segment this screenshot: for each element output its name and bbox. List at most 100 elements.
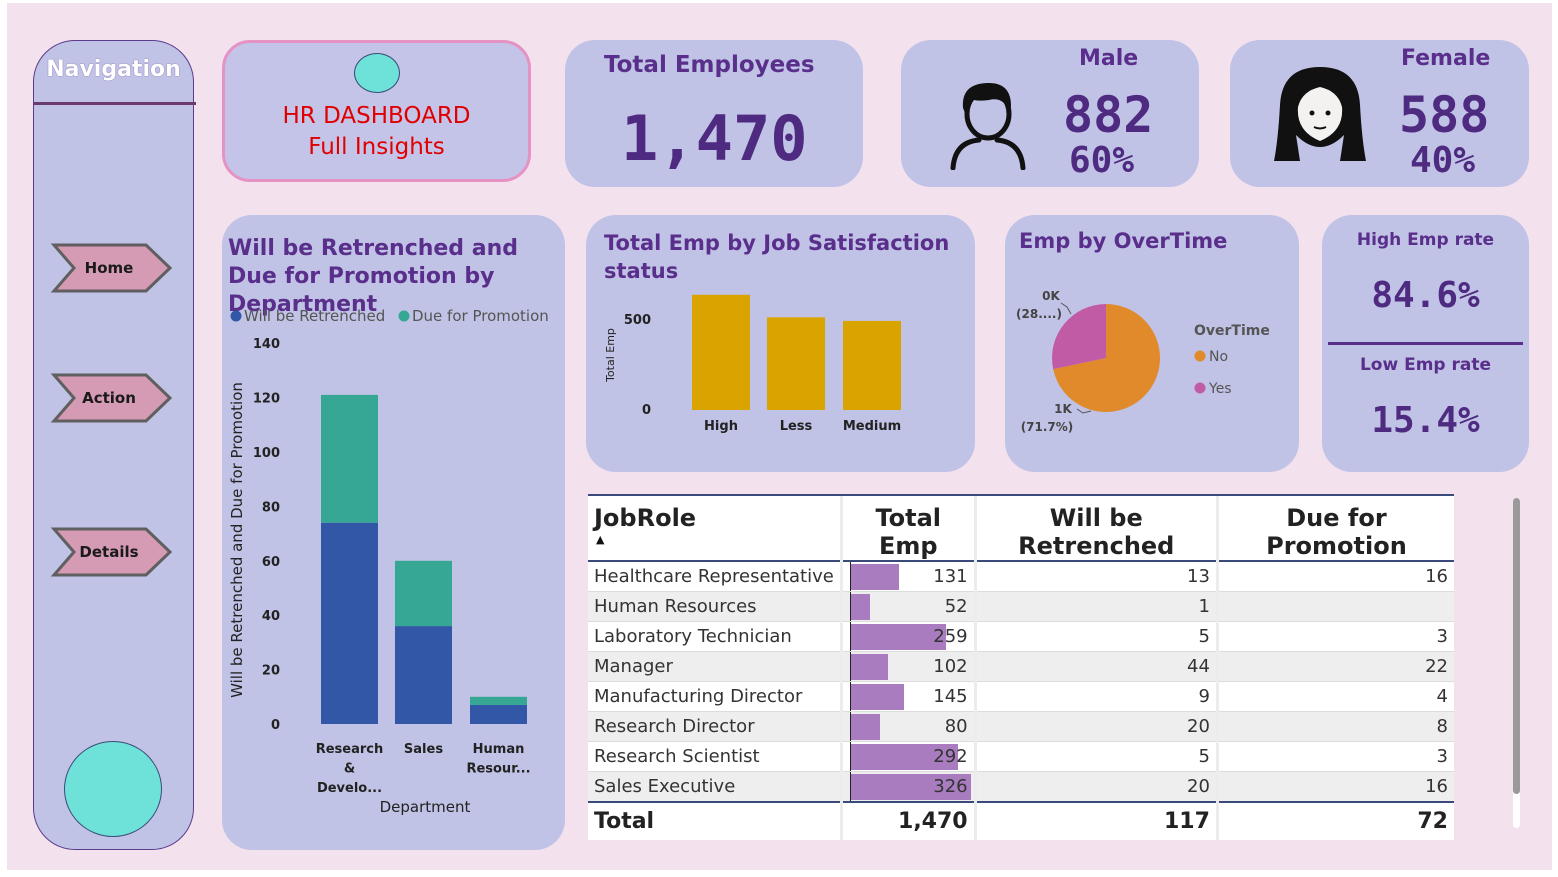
promotion-cell: 4 xyxy=(1217,681,1454,712)
total-emp-databar xyxy=(850,564,900,590)
total-employees-value: 1,470 xyxy=(621,102,808,175)
retrenched-cell: 44 xyxy=(975,651,1219,682)
table-row[interactable]: Human Resources 52 1 xyxy=(588,591,1454,622)
jobrole-cell: Manager xyxy=(588,651,843,682)
action-button[interactable]: Action xyxy=(50,372,175,424)
table-row[interactable]: Research Scientist 292 5 3 xyxy=(588,741,1454,773)
total-emp-databar xyxy=(850,683,905,710)
promotion-cell: 16 xyxy=(1217,561,1454,592)
female-percentage: 40% xyxy=(1410,140,1476,181)
total-emp-cell: 80 xyxy=(841,711,977,743)
y-tick-label: 100 xyxy=(253,446,280,461)
x-category-label: Human xyxy=(473,742,525,757)
retrenched-sum-cell: 117 xyxy=(975,800,1219,840)
column-header[interactable]: Total Emp xyxy=(841,496,977,562)
x-category-label: High xyxy=(704,419,738,434)
sort-ascending-icon[interactable]: ▲ xyxy=(596,533,604,546)
pie-legend-label: Yes xyxy=(1208,381,1232,397)
overtime-pie-chart: 0K (28....) 1K (71.7%) OverTime No Yes xyxy=(1016,289,1270,434)
retrenched-promotion-chart-card: Will be Retrenched and Due for Promotion… xyxy=(222,215,565,850)
female-card: Female 588 40% xyxy=(1230,40,1529,187)
pie-pct-label: (28....) xyxy=(1016,307,1062,321)
satisfaction-bar xyxy=(692,294,750,410)
high-rate-value: 84.6% xyxy=(1371,275,1480,316)
legend-label: Will be Retrenched xyxy=(244,307,385,325)
promotion-cell: 8 xyxy=(1217,711,1454,743)
total-emp-databar xyxy=(850,713,881,740)
table-row[interactable]: Healthcare Representative 131 13 16 xyxy=(588,561,1454,592)
databar-axis xyxy=(849,591,852,621)
retrenched-cell: 5 xyxy=(975,621,1219,652)
satisfaction-bar xyxy=(767,317,825,410)
y-axis-label: Will be Retrenched and Due for Promotion xyxy=(228,382,246,698)
table-row[interactable]: Laboratory Technician 259 5 3 xyxy=(588,621,1454,652)
promotion-cell: 3 xyxy=(1217,621,1454,652)
action-button-label: Action xyxy=(82,389,136,407)
total-emp-sum-cell: 1,470 xyxy=(841,800,977,840)
stacked-bar-chart: Will be Retrenched Due for Promotion 0 20 40… xyxy=(228,307,549,816)
total-emp-value: 102 xyxy=(933,655,968,677)
table-row[interactable]: Research Director 80 20 8 xyxy=(588,711,1454,743)
bar-retrenched xyxy=(470,704,527,724)
pie-pct-label: (71.7%) xyxy=(1021,420,1074,434)
databar-axis xyxy=(849,562,852,591)
total-emp-databar xyxy=(850,593,870,620)
table-row[interactable]: Manufacturing Director 145 9 4 xyxy=(588,681,1454,712)
teal-circle-button[interactable] xyxy=(64,741,162,837)
total-employees-label: Total Employees xyxy=(604,52,815,78)
male-card: Male 882 60% xyxy=(901,40,1199,187)
total-emp-value: 292 xyxy=(933,746,968,768)
total-emp-cell: 102 xyxy=(841,651,977,682)
bar-promotion xyxy=(470,696,527,705)
promotion-cell: 16 xyxy=(1217,771,1454,803)
table-total-row: Total 1,470 117 72 xyxy=(588,800,1454,840)
column-header[interactable]: JobRole ▲ xyxy=(588,496,843,562)
x-category-label: Research xyxy=(316,742,384,757)
total-emp-cell: 259 xyxy=(841,621,977,652)
home-button[interactable]: Home xyxy=(50,242,175,294)
total-emp-cell: 145 xyxy=(841,681,977,712)
total-emp-value: 259 xyxy=(933,625,968,647)
y-tick-label: 60 xyxy=(262,555,280,570)
details-button[interactable]: Details xyxy=(50,526,175,578)
column-header[interactable]: Will be Retrenched xyxy=(975,496,1219,562)
column-header-label: Due for Promotion xyxy=(1266,504,1407,560)
table-row[interactable]: Manager 102 44 22 xyxy=(588,651,1454,682)
navigation-panel: Navigation Home Action Details xyxy=(33,40,196,850)
navigation-title: Navigation xyxy=(46,57,181,82)
total-emp-value: 80 xyxy=(944,716,968,738)
jobrole-table: JobRole ▲ Total Emp Will be Retrenched Due f… xyxy=(588,496,1454,840)
female-count: 588 xyxy=(1399,86,1490,144)
female-person-icon xyxy=(1274,67,1366,161)
rate-divider xyxy=(1328,342,1523,345)
column-header-label: Will be Retrenched xyxy=(1018,504,1175,560)
total-emp-cell: 292 xyxy=(841,741,977,773)
pie-legend-label: No xyxy=(1209,349,1228,365)
databar-axis xyxy=(849,772,852,801)
dashboard-title: HR DASHBOARD xyxy=(282,103,471,129)
low-rate-value: 15.4% xyxy=(1371,400,1480,441)
pie-value-label: 0K xyxy=(1042,289,1060,303)
bar-promotion xyxy=(395,560,452,627)
jobrole-cell: Sales Executive xyxy=(588,771,843,803)
total-emp-cell: 131 xyxy=(841,561,977,592)
total-emp-databar xyxy=(850,623,947,650)
column-header[interactable]: Due for Promotion xyxy=(1217,496,1454,562)
retrenched-cell: 13 xyxy=(975,561,1219,592)
total-emp-databar xyxy=(850,653,889,680)
y-axis-label: Total Emp xyxy=(604,328,617,383)
pie-value-label: 1K xyxy=(1054,402,1072,416)
table-row[interactable]: Sales Executive 326 20 16 xyxy=(588,771,1454,803)
table-scrollbar-thumb[interactable] xyxy=(1513,498,1520,794)
satisfaction-bar xyxy=(843,320,901,410)
total-emp-value: 52 xyxy=(944,595,968,617)
pie-legend-title: OverTime xyxy=(1194,323,1270,339)
promotion-cell: 3 xyxy=(1217,741,1454,773)
male-label: Male xyxy=(1079,46,1139,71)
table-scrollbar-track[interactable] xyxy=(1513,498,1520,828)
bar-promotion xyxy=(321,394,378,523)
male-person-icon xyxy=(950,82,1026,170)
retrenched-cell: 20 xyxy=(975,771,1219,803)
male-count: 882 xyxy=(1063,86,1154,144)
pie-leader-line xyxy=(1060,302,1072,315)
